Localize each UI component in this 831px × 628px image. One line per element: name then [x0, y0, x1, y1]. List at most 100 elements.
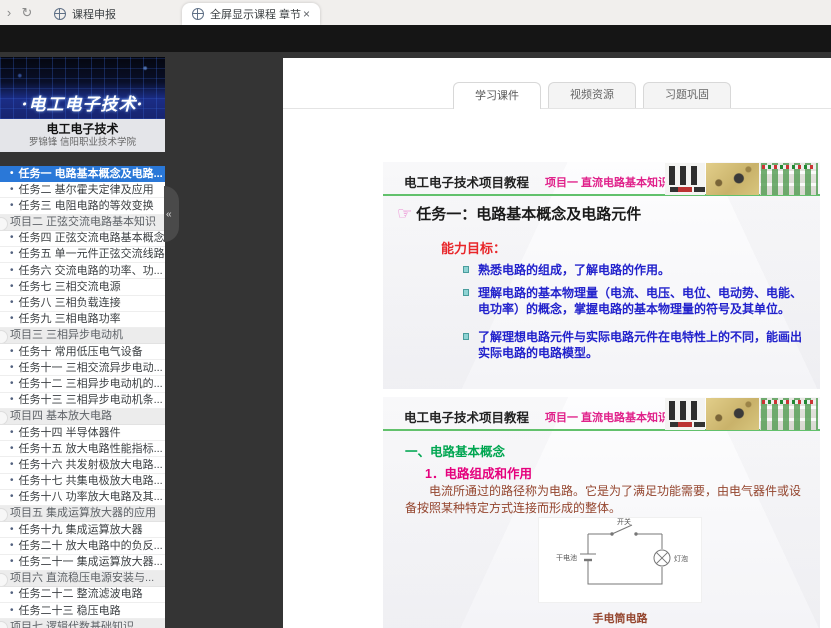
sidebar-item-label: 项目二 正弦交流电路基本知识: [10, 215, 156, 231]
sidebar-section-header[interactable]: 项目四 基本放大电路: [0, 409, 165, 425]
bullet-icon: •: [10, 231, 14, 247]
sidebar-section-header[interactable]: 项目二 正弦交流电路基本知识: [0, 215, 165, 231]
course-subtitle: 罗锦锋 信阳职业技术学院: [0, 137, 165, 149]
circuit-photo-1: [665, 163, 705, 195]
sidebar-item-label: 任务十二 三相异步电动机的...: [19, 376, 163, 392]
sidebar-item[interactable]: • 任务二十一 集成运算放大器...: [0, 555, 165, 571]
sidebar-item[interactable]: •任务六 交流电路的功率、功...: [0, 263, 165, 279]
bullet-icon: •: [10, 441, 14, 457]
sidebar-item[interactable]: • 任务十三 三相异步电动机条...: [0, 393, 165, 409]
sidebar-item[interactable]: •任务二 基尔霍夫定律及应用: [0, 182, 165, 198]
sidebar-item-label: 任务十六 共发射极放大电路...: [19, 457, 163, 473]
slide-header: 电工电子技术项目教程 项目一 直流电路基本知识: [383, 162, 820, 196]
circuit-diagram: 开关 干电池 灯泡: [538, 517, 702, 603]
top-black-band: [0, 25, 831, 52]
sidebar-item-label: 任务二 基尔霍夫定律及应用: [19, 182, 154, 198]
browser-tab-label: 全屏显示课程 章节: [210, 6, 301, 22]
circuit-photo-3: [760, 163, 818, 195]
sidebar-item[interactable]: •任务四 正弦交流电路基本概念: [0, 231, 165, 247]
bullet-icon: •: [10, 538, 14, 554]
globe-icon: [192, 8, 204, 20]
sidebar-item[interactable]: •任务十八 功率放大电路及其...: [0, 490, 165, 506]
sidebar-item[interactable]: •任务十一 三相交流异步电动...: [0, 360, 165, 376]
sidebar-item-label: 任务六 交流电路的功率、功...: [19, 263, 163, 279]
square-bullet-icon: [463, 289, 469, 296]
browser-tab-course-apply[interactable]: 课程申报: [44, 3, 182, 25]
bullet-icon: •: [10, 166, 14, 182]
goal-bullet-text: 了解理想电路元件与实际电路元件在电特性上的不同，能画出实际电路的电路模型。: [478, 330, 802, 360]
ability-goals-label: 能力目标：: [441, 238, 506, 257]
sidebar-item-label: 任务十三 三相异步电动机条...: [19, 393, 163, 409]
sidebar-item[interactable]: •任务十六 共发射极放大电路...: [0, 457, 165, 473]
bullet-icon: •: [10, 360, 14, 376]
sidebar-item[interactable]: •任务三 电阻电路的等效变换: [0, 198, 165, 214]
square-bullet-icon: [463, 266, 469, 273]
sidebar-nav: •任务一 电路基本概念及电路...•任务二 基尔霍夫定律及应用•任务三 电阻电路…: [0, 166, 165, 628]
lamp-label: 灯泡: [674, 554, 688, 563]
sidebar-item[interactable]: •任务十五 放大电路性能指标...: [0, 441, 165, 457]
slide-header-book-title: 电工电子技术项目教程: [404, 407, 529, 426]
bullet-icon: •: [10, 279, 14, 295]
reload-icon[interactable]: ↻: [18, 0, 36, 25]
sidebar-item-label: 任务五 单一元件正弦交流线路: [19, 247, 165, 263]
content-panel: 学习课件 视频资源 习题巩固 电工电子技术项目教程 项目一 直流电路基本知识 ☞…: [283, 58, 831, 628]
sidebar-item-label: 任务二十一 集成运算放大器...: [19, 555, 163, 571]
slide-header-photos: [664, 398, 818, 430]
browser-tab-fullscreen-course[interactable]: 全屏显示课程 章节 ×: [182, 3, 320, 25]
courseware-viewport: 电工电子技术项目教程 项目一 直流电路基本知识 ☞任务一：电路基本概念及电路元件…: [283, 110, 831, 628]
sidebar-item[interactable]: •任务一 电路基本概念及电路...: [0, 166, 165, 182]
sidebar-item-label: 任务十九 集成运算放大器: [19, 522, 143, 538]
bullet-icon: •: [10, 555, 14, 571]
sidebar-item[interactable]: •任务十 常用低压电气设备: [0, 344, 165, 360]
sidebar-item[interactable]: •任务十四 半导体器件: [0, 425, 165, 441]
bullet-icon: •: [10, 198, 14, 214]
bullet-icon: •: [10, 474, 14, 490]
figure-caption: 手电筒电路: [538, 610, 702, 626]
circuit-photo-2: [706, 398, 759, 430]
switch-label: 开关: [617, 518, 631, 526]
sidebar-item-label: 项目四 基本放大电路: [10, 409, 112, 425]
sidebar-item-label: 项目五 集成运算放大器的应用: [10, 506, 156, 522]
sidebar-item[interactable]: •任务二十三 稳压电路: [0, 603, 165, 619]
sidebar-item[interactable]: •任务二十二 整流滤波电路: [0, 587, 165, 603]
collapse-chevrons-icon: «: [166, 209, 172, 220]
tab-learning-courseware[interactable]: 学习课件: [453, 82, 541, 109]
sidebar-section-header[interactable]: 项目五 集成运算放大器的应用: [0, 506, 165, 522]
flashlight-circuit-figure: 开关 干电池 灯泡 手电筒电路: [538, 517, 702, 626]
slide-header-project-title: 项目一 直流电路基本知识: [545, 174, 669, 190]
circuit-photo-3: [760, 398, 818, 430]
bullet-icon: •: [10, 603, 14, 619]
sidebar-item-label: 项目七 逻辑代数基础知识: [10, 619, 134, 628]
sidebar-item[interactable]: •任务十七 共集电极放大电路...: [0, 474, 165, 490]
slide-header-photos: [664, 163, 818, 195]
sidebar-item[interactable]: •任务七 三相交流电源: [0, 279, 165, 295]
tab-exercises[interactable]: 习题巩固: [643, 82, 731, 108]
sidebar-item[interactable]: •任务九 三相电路功率: [0, 312, 165, 328]
sidebar-section-header[interactable]: 项目七 逻辑代数基础知识: [0, 619, 165, 628]
tab-video-resources[interactable]: 视频资源: [548, 82, 636, 108]
sidebar-item-label: 任务十 常用低压电气设备: [19, 344, 143, 360]
sidebar-item-label: 项目六 直流稳压电源安装与...: [10, 571, 154, 587]
sidebar-item[interactable]: •任务二十 放大电路中的负反...: [0, 538, 165, 554]
bullet-icon: •: [10, 376, 14, 392]
sidebar-item-label: 项目三 三相异步电动机: [10, 328, 123, 344]
sidebar-section-header[interactable]: 项目三 三相异步电动机: [0, 328, 165, 344]
bullet-icon: •: [10, 490, 14, 506]
sidebar-item-label: 任务十四 半导体器件: [19, 425, 121, 441]
forward-icon[interactable]: ›: [0, 0, 18, 25]
sidebar-item[interactable]: • 任务五 单一元件正弦交流线路: [0, 247, 165, 263]
sidebar-section-header[interactable]: 项目六 直流稳压电源安装与...: [0, 571, 165, 587]
goal-bullet-text: 熟悉电路的组成，了解电路的作用。: [478, 263, 670, 277]
square-bullet-icon: [463, 333, 469, 340]
sidebar-collapse-button[interactable]: «: [164, 186, 179, 242]
slide-header-book-title: 电工电子技术项目教程: [404, 172, 529, 191]
bullet-icon: •: [10, 393, 14, 409]
body-paragraph: 电流所通过的路径称为电路。它是为了满足功能需要，由电气器件或设备按照某种特定方式…: [405, 483, 807, 517]
browser-toolbar: › ↻ 课程申报 全屏显示课程 章节 ×: [0, 0, 831, 25]
bullet-icon: •: [10, 247, 14, 263]
slide-header-project-title: 项目一 直流电路基本知识: [545, 409, 669, 425]
sidebar-item[interactable]: • 任务十二 三相异步电动机的...: [0, 376, 165, 392]
sidebar-item[interactable]: •任务十九 集成运算放大器: [0, 522, 165, 538]
close-tab-icon[interactable]: ×: [303, 8, 310, 20]
sidebar-item[interactable]: •任务八 三相负载连接: [0, 296, 165, 312]
